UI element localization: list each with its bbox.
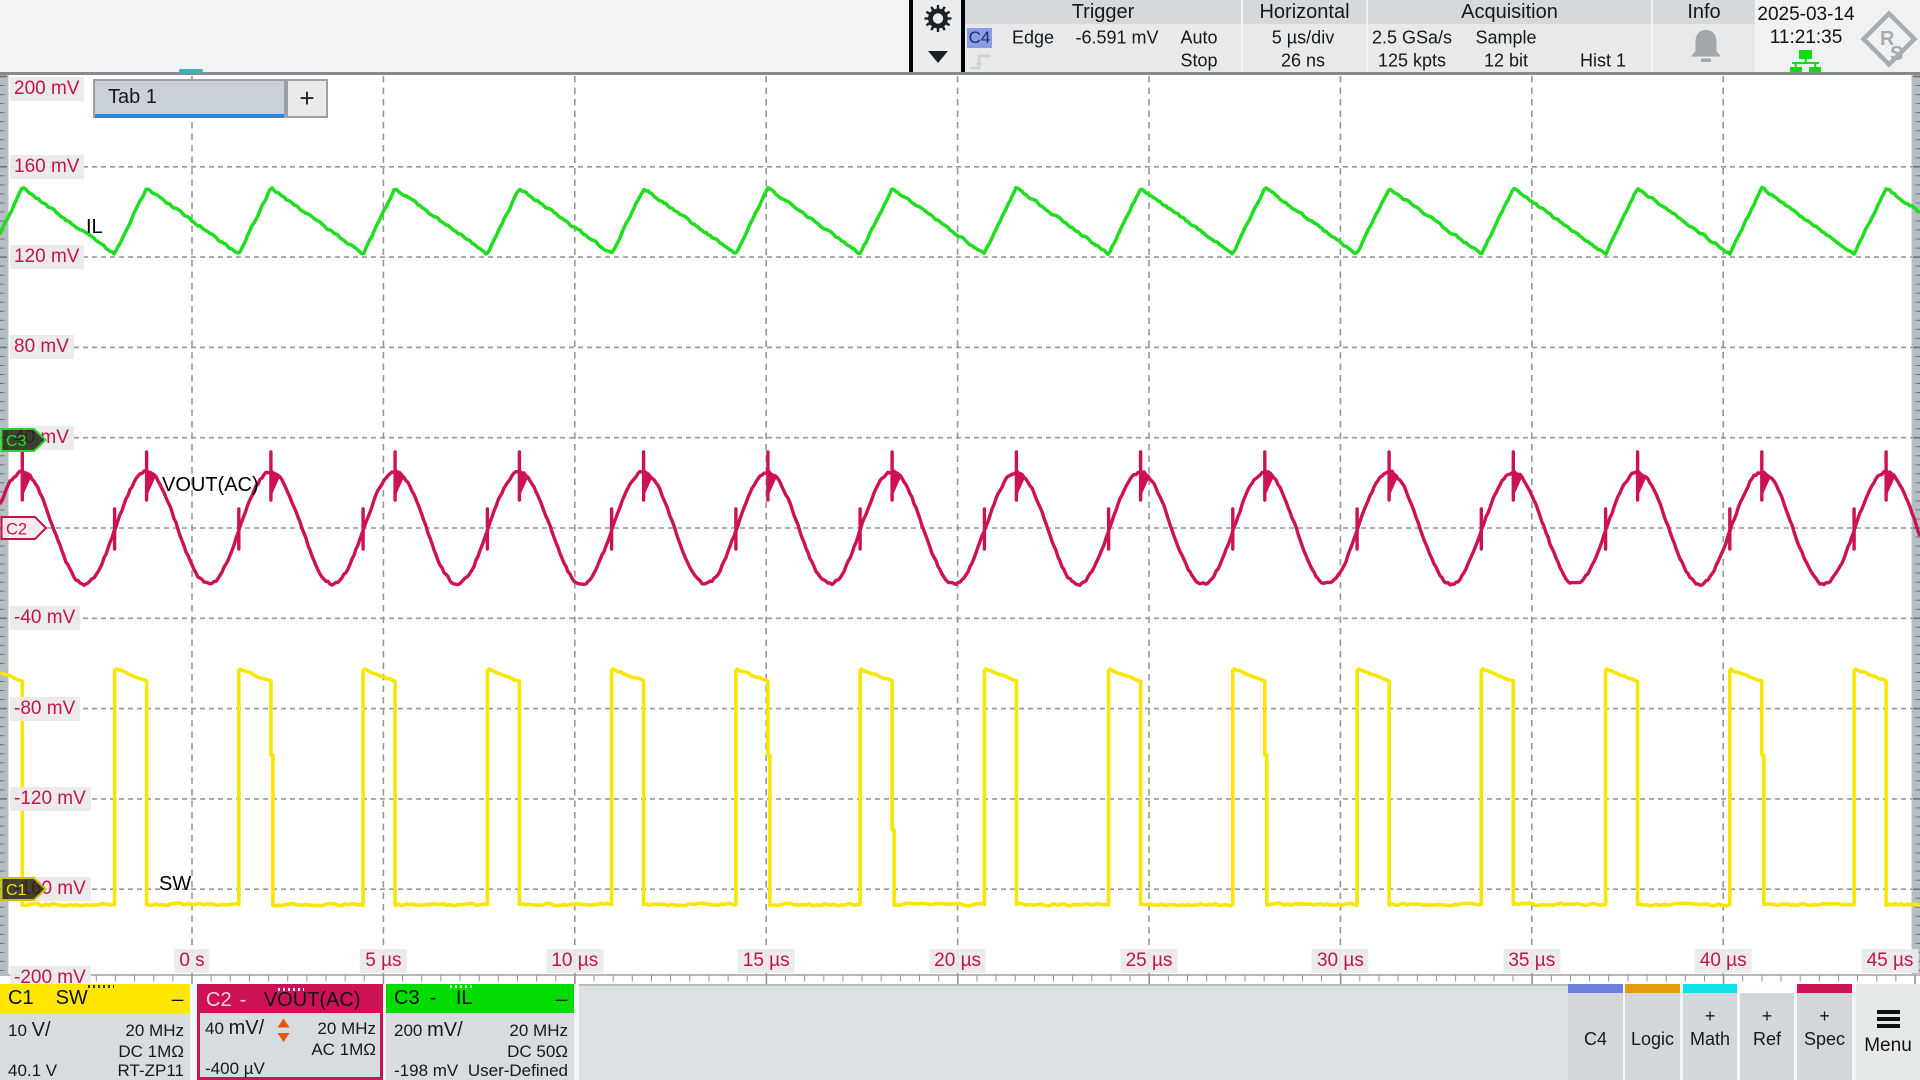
svg-text:C1: C1: [6, 882, 27, 899]
svg-text:S: S: [1890, 43, 1903, 65]
svg-text:C2: C2: [6, 521, 27, 539]
svg-text:C3: C3: [6, 433, 27, 450]
